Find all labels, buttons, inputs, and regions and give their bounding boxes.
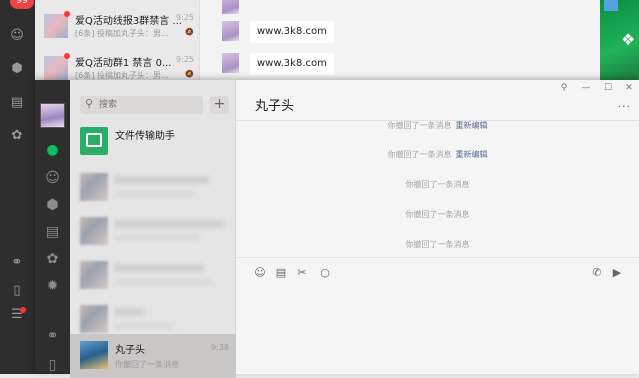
chat-preview: 你撤回了一条消息 xyxy=(115,360,179,369)
list-item[interactable] xyxy=(70,254,236,298)
wechat-logo-icon: ❖ xyxy=(621,30,636,49)
unread-dot xyxy=(64,53,70,59)
search-icon: ⚲ xyxy=(85,97,94,110)
redacted-name xyxy=(114,176,209,184)
chat-header: 丸子头 ⚲ — ☐ ✕ ··· xyxy=(236,80,639,121)
avatar[interactable] xyxy=(40,103,65,128)
close-icon[interactable]: ✕ xyxy=(622,83,636,93)
favorites-icon[interactable]: ⬢ xyxy=(9,61,25,77)
voice-call-icon[interactable]: ✆ xyxy=(590,266,604,280)
list-item[interactable]: 文件传输助手 xyxy=(70,120,236,164)
desktop-wallpaper: ❖ xyxy=(600,0,639,80)
avatar xyxy=(80,173,108,201)
redacted-name xyxy=(114,308,144,316)
system-message: 你撤回了一条消息 xyxy=(236,179,639,190)
group-avatar xyxy=(44,56,68,80)
wechat-window: ● ☺ ⬢ ▤ ✿ ✹ ⚭ ▯ ⚲ + 文件传输助手 xyxy=(35,80,639,378)
mini-program-icon[interactable]: ⚭ xyxy=(44,328,61,345)
favorites-icon[interactable]: ⬢ xyxy=(44,197,61,214)
chat-history-icon[interactable]: ○ xyxy=(318,266,332,280)
folder-icon[interactable]: ▤ xyxy=(44,224,61,241)
list-item[interactable] xyxy=(70,166,236,210)
message-bubble[interactable]: www.3k8.com xyxy=(250,21,334,43)
file-icon[interactable]: ▤ xyxy=(274,266,288,280)
chat-name: 文件传输助手 xyxy=(115,131,175,142)
phone-icon[interactable]: ▯ xyxy=(9,283,25,299)
mute-icon: 🔕 xyxy=(185,70,194,78)
chat-preview: [6条] 投稿加丸子头：男... xyxy=(75,29,169,38)
system-message: 你撤回了一条消息 xyxy=(236,209,639,220)
background-chat-list: 爱Q活动线报3群禁言 ... 9:25 [6条] 投稿加丸子头：男... 🔕 爱… xyxy=(35,0,200,80)
nav-sidebar: ● ☺ ⬢ ▤ ✿ ✹ ⚭ ▯ xyxy=(35,80,70,374)
sender-avatar[interactable] xyxy=(222,21,239,41)
group-avatar xyxy=(44,14,68,38)
redacted-preview xyxy=(114,323,174,329)
chat-time: 9:38 xyxy=(211,343,229,352)
avatar xyxy=(80,341,108,369)
pin-icon[interactable]: ⚲ xyxy=(557,83,571,93)
add-button[interactable]: + xyxy=(210,96,229,114)
phone-icon[interactable]: ▯ xyxy=(44,357,61,374)
list-item[interactable] xyxy=(70,210,236,254)
system-message-text: 你撤回了一条消息 xyxy=(405,240,470,249)
unread-badge: 99 xyxy=(10,0,34,9)
search-globe-icon[interactable]: ✹ xyxy=(44,278,61,295)
sender-avatar[interactable] xyxy=(222,0,239,14)
re-edit-link[interactable]: 重新编辑 xyxy=(456,150,488,159)
redacted-preview xyxy=(114,279,214,285)
folder-icon[interactable]: ▤ xyxy=(9,95,25,111)
search-input[interactable] xyxy=(99,98,199,112)
system-message-text: 你撤回了一条消息 xyxy=(387,150,452,159)
list-item[interactable]: 爱Q活动群1 禁言 0... 9:25 [6条] 投稿加丸子头：男... 🔕 xyxy=(35,50,200,84)
file-transfer-icon xyxy=(80,127,108,155)
avatar xyxy=(80,261,108,289)
system-message-text: 你撤回了一条消息 xyxy=(405,210,470,219)
moments-icon[interactable]: ✿ xyxy=(9,128,25,144)
mute-icon: 🔕 xyxy=(185,28,194,36)
minimize-icon[interactable]: — xyxy=(579,83,593,93)
re-edit-link[interactable]: 重新编辑 xyxy=(456,121,488,130)
sender-avatar[interactable] xyxy=(222,53,239,73)
contacts-icon[interactable]: ☺ xyxy=(9,28,25,44)
maximize-icon[interactable]: ☐ xyxy=(601,83,615,93)
system-message: 你撤回了一条消息 xyxy=(236,239,639,250)
page-title: 丸子头 xyxy=(255,99,295,114)
avatar xyxy=(80,305,108,333)
more-icon[interactable]: ··· xyxy=(618,100,632,113)
wallpaper-block xyxy=(604,0,618,11)
chat-icon[interactable]: ● xyxy=(44,142,61,159)
video-call-icon[interactable]: ▶ xyxy=(610,266,624,280)
chat-time: 9:25 xyxy=(176,13,194,22)
redacted-preview xyxy=(114,235,199,241)
screenshot-scissors-icon[interactable]: ✂ xyxy=(295,266,309,280)
menu-notification-dot xyxy=(20,307,26,313)
background-chat-area: www.3k8.com www.3k8.com xyxy=(200,0,600,80)
redacted-name xyxy=(114,264,204,272)
moments-icon[interactable]: ✿ xyxy=(44,251,61,268)
contacts-icon[interactable]: ☺ xyxy=(44,170,61,187)
list-item-active[interactable]: 丸子头 9:38 你撤回了一条消息 xyxy=(70,334,236,378)
list-item[interactable]: 爱Q活动线报3群禁言 ... 9:25 [6条] 投稿加丸子头：男... 🔕 xyxy=(35,8,200,42)
message-composer[interactable]: ☺ ▤ ✂ ○ ✆ ▶ xyxy=(236,257,639,374)
chat-name: 爱Q活动线报3群禁言 ... xyxy=(75,16,182,27)
mini-program-icon[interactable]: ⚭ xyxy=(9,255,25,271)
system-message: 你撤回了一条消息 重新编辑 xyxy=(236,120,639,131)
unread-dot xyxy=(64,11,70,17)
system-message: 你撤回了一条消息 重新编辑 xyxy=(236,149,639,160)
chat-panel: 丸子头 ⚲ — ☐ ✕ ··· 你撤回了一条消息 重新编辑 你撤回了一条消息 重新编… xyxy=(236,80,639,374)
redacted-preview xyxy=(114,191,194,197)
chat-list-panel: ⚲ + 文件传输助手 丸子头 xyxy=(70,80,236,378)
chat-name: 爱Q活动群1 禁言 0... xyxy=(75,58,172,69)
system-message-text: 你撤回了一条消息 xyxy=(387,121,452,130)
redacted-name xyxy=(114,220,224,228)
chat-time: 9:25 xyxy=(176,55,194,64)
chat-name: 丸子头 xyxy=(115,345,145,356)
emoji-icon[interactable]: ☺ xyxy=(253,266,267,280)
search-box[interactable]: ⚲ xyxy=(80,96,203,114)
avatar xyxy=(80,217,108,245)
system-message-text: 你撤回了一条消息 xyxy=(405,180,470,189)
background-sidebar: 99 ☺ ⬢ ▤ ✿ ⚭ ▯ ☰ xyxy=(0,0,35,374)
message-bubble[interactable]: www.3k8.com xyxy=(250,53,334,75)
